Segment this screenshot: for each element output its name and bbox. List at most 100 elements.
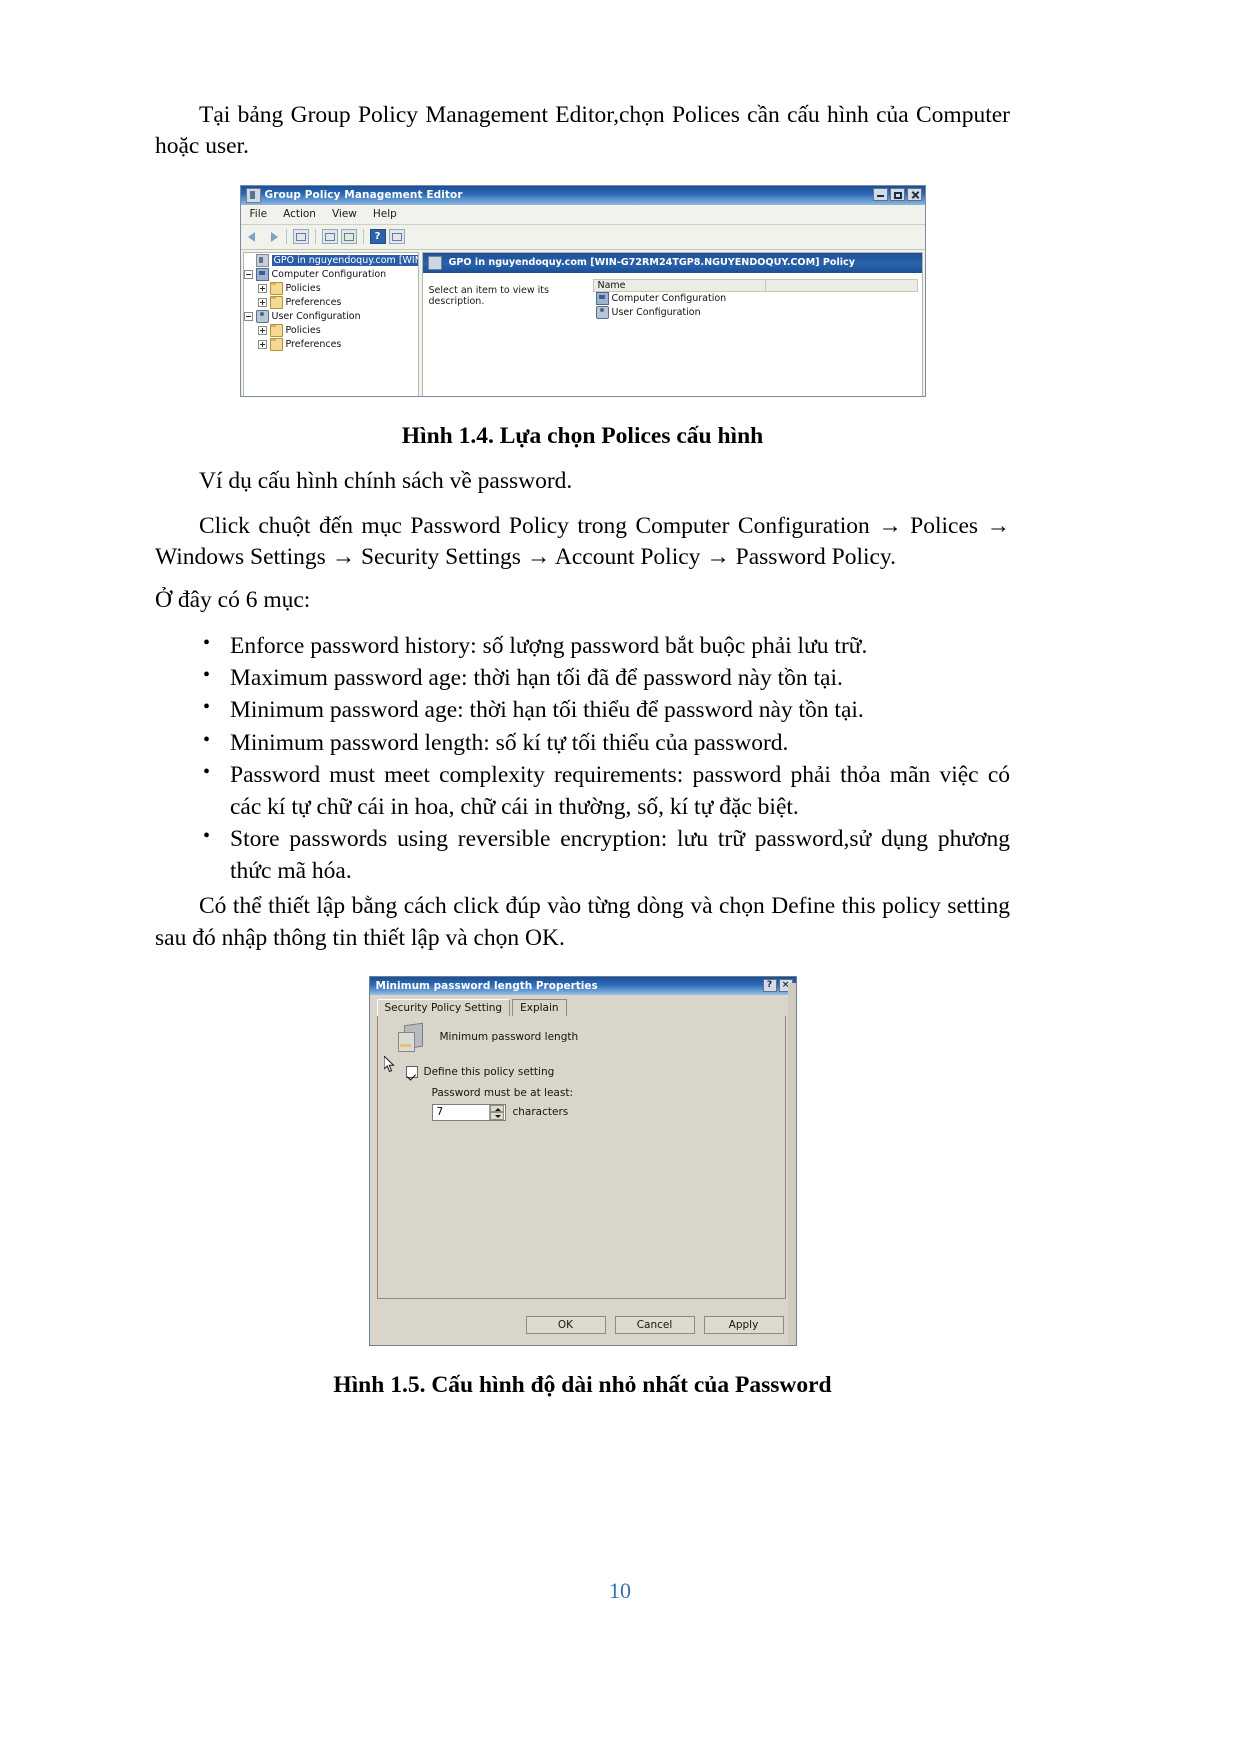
figure-1-4: Group Policy Management Editor File Acti… [155, 184, 1010, 397]
list-item: Store passwords using reversible encrypt… [155, 823, 1010, 887]
tree-item-label: Policies [285, 283, 321, 294]
closing-paragraph: Có thể thiết lập bằng cách click đúp vào… [155, 893, 1010, 951]
toolbar-separator [285, 229, 287, 244]
show-tree-icon[interactable] [292, 229, 309, 244]
collapse-toggle-icon[interactable] [243, 270, 253, 279]
cancel-button[interactable]: Cancel [614, 1315, 695, 1334]
help-icon[interactable]: ? [369, 229, 386, 244]
password-length-value[interactable]: 7 [433, 1106, 489, 1118]
list-item: Minimum password length: số kí tự tối th… [155, 727, 1010, 759]
list-item-label: Computer Configuration [611, 293, 727, 304]
tree-item-label: Preferences [285, 297, 342, 308]
tree-item-label: Policies [285, 325, 321, 336]
tree-item-label: Preferences [285, 339, 342, 350]
list-item: Enforce password history: số lượng passw… [155, 629, 1010, 662]
window-controls [872, 187, 922, 201]
gpme-details-pane: GPO in nguyendoquy.com [WIN-G72RM24TGP8.… [421, 251, 923, 396]
tree-item-user-policies[interactable]: Policies [244, 324, 418, 338]
details-pane-title: GPO in nguyendoquy.com [WIN-G72RM24TGP8.… [448, 257, 856, 268]
folder-icon [269, 296, 283, 309]
tree-item-computer-configuration[interactable]: Computer Configuration [243, 268, 418, 282]
minimize-button[interactable] [872, 187, 888, 201]
dialog-titlebar: Minimum password length Properties ? × [369, 976, 796, 995]
list-item[interactable]: Computer Configuration [593, 292, 918, 306]
password-length-stepper[interactable]: 7 [431, 1103, 506, 1121]
gpme-toolbar: ? [240, 224, 925, 250]
gpo-icon [255, 254, 269, 267]
stepper-up-icon[interactable] [489, 1104, 504, 1113]
tree-item-label: User Configuration [271, 311, 361, 322]
figure-1-4-caption: Hình 1.4. Lựa chọn Polices cấu hình [401, 422, 764, 449]
menu-item-help[interactable]: Help [373, 208, 397, 220]
view-grid-icon[interactable] [388, 229, 405, 244]
user-icon [255, 310, 269, 323]
toolbar-separator [314, 229, 316, 244]
menu-item-action[interactable]: Action [283, 208, 316, 220]
password-length-unit: characters [512, 1106, 569, 1119]
forward-arrow-icon[interactable] [265, 229, 280, 244]
collapse-toggle-icon[interactable] [243, 312, 253, 321]
dialog-edge-shadow [787, 982, 796, 1345]
page-content: Tại bảng Group Policy Management Editor,… [155, 100, 1010, 1399]
back-arrow-icon[interactable] [247, 229, 262, 244]
computer-icon [255, 268, 269, 281]
gpme-tree-pane[interactable]: GPO in nguyendoquy.com [WIN-G7 Computer … [242, 251, 419, 396]
example-paragraph: Ví dụ cấu hình chính sách về password. [199, 467, 573, 494]
mouse-pointer-icon [383, 1055, 395, 1072]
expand-toggle-icon[interactable] [257, 298, 267, 307]
menu-item-view[interactable]: View [332, 208, 357, 220]
list-item: Maximum password age: thời hạn tối đã để… [155, 662, 1010, 694]
security-policy-setting-panel: Minimum password length Define this poli… [376, 1015, 786, 1299]
tab-explain[interactable]: Explain [512, 998, 567, 1016]
password-length-row: 7 characters [431, 1103, 785, 1121]
list-header-row: Name [592, 278, 918, 292]
maximize-button[interactable] [889, 187, 905, 201]
gpme-window: Group Policy Management Editor File Acti… [239, 184, 926, 397]
help-button[interactable]: ? [762, 978, 777, 992]
password-policy-list: Enforce password history: số lượng passw… [155, 629, 1010, 888]
export-list-icon[interactable] [340, 229, 357, 244]
expand-toggle-icon[interactable] [257, 284, 267, 293]
list-item-label: User Configuration [611, 307, 701, 318]
user-icon [595, 306, 609, 319]
column-header-name[interactable]: Name [594, 279, 766, 291]
toolbar-separator [362, 229, 364, 244]
expand-toggle-icon[interactable] [257, 340, 267, 349]
close-button[interactable] [906, 187, 922, 201]
figure-1-5-caption: Hình 1.5. Cấu hình độ dài nhỏ nhất của P… [333, 1371, 832, 1398]
details-pane-header: GPO in nguyendoquy.com [WIN-G72RM24TGP8.… [422, 252, 922, 273]
expand-toggle-icon[interactable] [257, 326, 267, 335]
policy-name-label: Minimum password length [439, 1030, 579, 1043]
gpme-body: GPO in nguyendoquy.com [WIN-G7 Computer … [240, 249, 925, 396]
tree-item-computer-policies[interactable]: Policies [244, 282, 418, 296]
folder-icon [269, 324, 283, 337]
stepper-buttons [488, 1104, 504, 1120]
computer-icon [595, 292, 609, 305]
tab-security-policy-setting[interactable]: Security Policy Setting [376, 998, 511, 1016]
tree-item-gpo[interactable]: GPO in nguyendoquy.com [WIN-G7 [244, 254, 418, 268]
stepper-down-icon[interactable] [489, 1112, 504, 1120]
password-length-label: Password must be at least: [431, 1086, 573, 1099]
dialog-buttons: OK Cancel Apply [525, 1315, 784, 1334]
column-header-blank[interactable] [766, 280, 917, 291]
menu-item-file[interactable]: File [250, 208, 268, 220]
tree-item-user-preferences[interactable]: Preferences [244, 338, 418, 352]
folder-icon [269, 338, 283, 351]
define-policy-setting-label: Define this policy setting [423, 1065, 555, 1078]
items-intro-paragraph: Ở đây có 6 mục: [155, 587, 311, 614]
list-item[interactable]: User Configuration [593, 306, 918, 320]
intro-paragraph: Tại bảng Group Policy Management Editor,… [155, 102, 1010, 160]
ok-button[interactable]: OK [525, 1315, 606, 1334]
tree-item-user-configuration[interactable]: User Configuration [243, 310, 418, 324]
details-list[interactable]: Name Computer Configuration User Configu… [592, 273, 922, 396]
dialog-tabs: Security Policy Setting Explain [376, 998, 786, 1017]
gpme-window-title: Group Policy Management Editor [264, 189, 463, 201]
list-item: Password must meet complexity requiremen… [155, 759, 1010, 823]
folder-icon [269, 282, 283, 295]
apply-button[interactable]: Apply [703, 1315, 784, 1334]
tree-item-computer-preferences[interactable]: Preferences [244, 296, 418, 310]
path-paragraph: Click chuột đến mục Password Policy tron… [155, 512, 1010, 570]
define-policy-setting-row[interactable]: Define this policy setting [383, 1055, 785, 1078]
define-policy-setting-checkbox[interactable] [405, 1065, 418, 1078]
properties-icon[interactable] [321, 229, 338, 244]
